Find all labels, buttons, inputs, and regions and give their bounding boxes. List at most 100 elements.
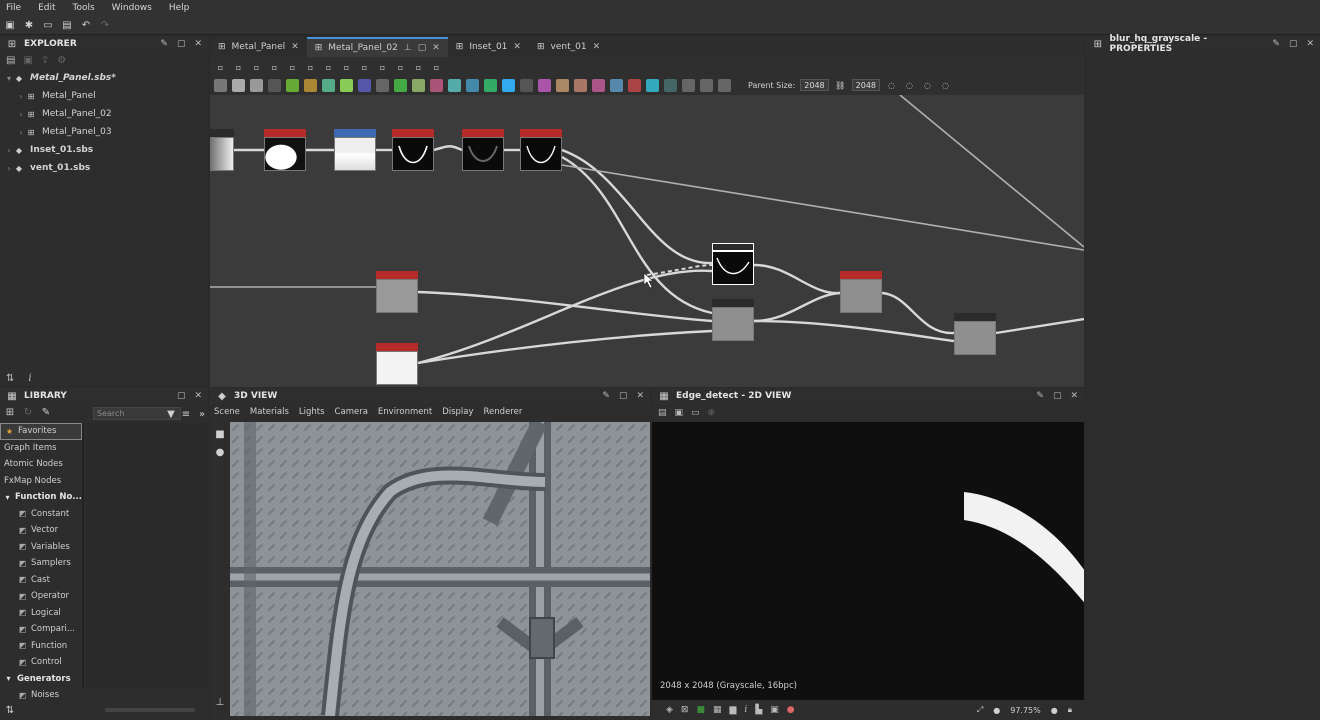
- save-icon[interactable]: ▤: [61, 19, 73, 31]
- graph-node-histogram-scan[interactable]: [264, 129, 306, 171]
- pin-icon[interactable]: ✎: [602, 391, 610, 401]
- graph-node-blend[interactable]: [712, 299, 754, 341]
- tab-vent-01[interactable]: ⊞ vent_01 ✕: [529, 37, 608, 57]
- close-icon[interactable]: ✕: [291, 42, 299, 52]
- zoom-out-icon[interactable]: ●: [993, 706, 1000, 715]
- graph-node-histogram-scan-2[interactable]: [520, 129, 562, 171]
- 3d-menu-scene[interactable]: Scene: [214, 407, 240, 417]
- library-item[interactable]: ◩ Samplers: [0, 555, 82, 572]
- export-icon[interactable]: ⇪: [41, 55, 49, 66]
- library-item[interactable]: ◩ Logical: [0, 605, 82, 622]
- tab-metal-panel-02[interactable]: ⊞ Metal_Panel_02 ⊥ ▢ ✕: [306, 37, 448, 57]
- maximize-icon[interactable]: ▢: [1289, 39, 1298, 49]
- chevron-right-icon[interactable]: ›: [4, 146, 14, 155]
- 3d-menu-environment[interactable]: Environment: [378, 407, 432, 417]
- menu-item-help[interactable]: Help: [169, 3, 190, 13]
- tile-icon[interactable]: ⊠: [681, 705, 689, 715]
- explorer-item[interactable]: › ◆ vent_01.sbs: [0, 159, 208, 177]
- graph-node-shape[interactable]: [376, 343, 418, 385]
- atomic-node-icon[interactable]: [502, 78, 515, 92]
- info-icon[interactable]: i: [744, 705, 747, 715]
- link-icon[interactable]: ⛓: [834, 79, 847, 92]
- library-splitter[interactable]: [82, 423, 84, 689]
- atomic-node-icon[interactable]: [466, 78, 479, 92]
- 2d-viewport[interactable]: [652, 422, 1084, 700]
- crop-icon[interactable]: ▫: [412, 61, 425, 74]
- refresh-icon[interactable]: ↻: [22, 407, 34, 419]
- pin-icon[interactable]: ✎: [1272, 39, 1280, 49]
- channel-icon[interactable]: ■: [696, 705, 705, 715]
- chevron-down-icon[interactable]: ▾: [4, 674, 13, 683]
- atomic-node-icon[interactable]: [700, 78, 713, 92]
- library-item[interactable]: ◩ Function: [0, 638, 82, 655]
- atomic-node-icon[interactable]: [610, 78, 623, 92]
- atomic-node-icon[interactable]: [268, 78, 281, 92]
- close-icon[interactable]: ✕: [1070, 391, 1078, 401]
- 3d-menu-camera[interactable]: Camera: [335, 407, 368, 417]
- pin-icon[interactable]: ✎: [160, 39, 168, 49]
- filter-icon[interactable]: ▼: [165, 408, 177, 420]
- frame-icon[interactable]: ▫: [214, 61, 227, 74]
- screenshot-icon[interactable]: ▫: [250, 61, 263, 74]
- maximize-icon[interactable]: ▢: [177, 39, 186, 49]
- close-icon[interactable]: ✕: [593, 42, 601, 52]
- publish-icon[interactable]: ⚙: [57, 55, 66, 66]
- pin-icon[interactable]: ✎: [1036, 391, 1044, 401]
- chevron-down-icon[interactable]: ▾: [4, 493, 11, 502]
- pan-icon[interactable]: ▫: [232, 61, 245, 74]
- atomic-node-icon[interactable]: [646, 78, 659, 92]
- close-icon[interactable]: ✕: [636, 391, 644, 401]
- chart-icon[interactable]: ▙: [755, 705, 762, 715]
- light-icon[interactable]: ●: [214, 446, 226, 458]
- atomic-node-icon[interactable]: [340, 78, 353, 92]
- library-item[interactable]: ▾ Generators: [0, 671, 82, 688]
- graph-node[interactable]: [210, 129, 234, 171]
- tools-icon[interactable]: ▫: [394, 61, 407, 74]
- layout-icon[interactable]: ◌: [939, 79, 952, 92]
- atomic-node-icon[interactable]: [430, 78, 443, 92]
- search-icon[interactable]: ▫: [286, 61, 299, 74]
- open-folder-icon[interactable]: ▭: [42, 19, 54, 31]
- atomic-node-icon[interactable]: [520, 78, 533, 92]
- expand-icon[interactable]: ◌: [903, 79, 916, 92]
- info-icon[interactable]: ▫: [268, 61, 281, 74]
- close-icon[interactable]: ✕: [1306, 39, 1314, 49]
- graph-node-blend-selected[interactable]: [712, 243, 754, 285]
- atomic-node-icon[interactable]: [592, 78, 605, 92]
- move-icon[interactable]: ◌: [921, 79, 934, 92]
- maximize-icon[interactable]: ▢: [619, 391, 628, 401]
- library-item[interactable]: ◩ Cast: [0, 572, 82, 589]
- zoom-in-icon[interactable]: ●: [1051, 706, 1058, 715]
- atomic-node-icon[interactable]: [718, 78, 731, 92]
- graph-canvas[interactable]: [210, 95, 1084, 387]
- layers-icon[interactable]: ◈: [666, 705, 673, 715]
- atomic-node-icon[interactable]: [358, 78, 371, 92]
- atomic-node-icon[interactable]: [376, 78, 389, 92]
- close-icon[interactable]: ✕: [432, 43, 440, 53]
- atomic-node-icon[interactable]: [412, 78, 425, 92]
- atomic-node-icon[interactable]: [448, 78, 461, 92]
- chevron-right-icon[interactable]: ›: [16, 128, 26, 137]
- menu-item-windows[interactable]: Windows: [112, 3, 152, 13]
- export-icon[interactable]: ▣: [675, 408, 684, 418]
- node-icon[interactable]: ▫: [304, 61, 317, 74]
- tab-inset-01[interactable]: ⊞ Inset_01 ✕: [448, 37, 529, 57]
- redo-icon[interactable]: ↷: [99, 19, 111, 31]
- 3d-menu-display[interactable]: Display: [442, 407, 473, 417]
- atomic-node-icon[interactable]: [556, 78, 569, 92]
- info-icon[interactable]: i: [28, 373, 31, 384]
- graph-node-non-uniform-blur[interactable]: [462, 129, 504, 171]
- fit-icon[interactable]: ⤢: [977, 705, 983, 715]
- explorer-item[interactable]: ▾ ◆ Metal_Panel.sbs*: [0, 69, 208, 87]
- library-item[interactable]: ◩ Control: [0, 654, 82, 671]
- new-graph-icon[interactable]: ✱: [23, 19, 35, 31]
- collapse-icon[interactable]: »: [196, 408, 208, 420]
- camera-icon[interactable]: ■: [214, 428, 226, 440]
- chevron-right-icon[interactable]: ›: [16, 110, 26, 119]
- filter-tree-icon[interactable]: ⊞: [4, 407, 16, 419]
- maximize-icon[interactable]: ▢: [177, 391, 186, 401]
- size-select[interactable]: 2048: [851, 79, 880, 91]
- 3d-menu-lights[interactable]: Lights: [299, 407, 325, 417]
- explorer-item[interactable]: › ⊞ Metal_Panel_02: [0, 105, 208, 123]
- library-scrollbar[interactable]: [105, 708, 195, 712]
